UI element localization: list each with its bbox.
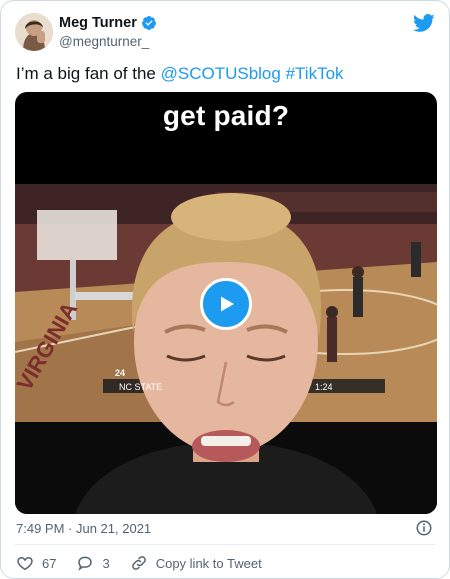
tweet-text-plain: I’m a big fan of the: [16, 64, 161, 83]
info-icon[interactable]: [415, 519, 433, 537]
hashtag-link[interactable]: #TikTok: [286, 64, 344, 83]
verified-badge-icon: [141, 15, 157, 31]
reply-button[interactable]: 3: [76, 554, 110, 572]
copy-link-button[interactable]: Copy link to Tweet: [130, 554, 262, 572]
heart-icon: [17, 556, 33, 571]
like-count: 67: [42, 555, 57, 571]
author-name[interactable]: Meg Turner: [59, 15, 137, 31]
link-icon: [131, 556, 146, 570]
tweet-text: I’m a big fan of the @SCOTUSblog #TikTok: [16, 63, 344, 85]
action-bar: 67 3 Copy link to Tweet: [16, 554, 282, 572]
twitter-bird-icon[interactable]: [413, 12, 435, 34]
tweet-time: 7:49 PM: [16, 521, 65, 536]
play-button[interactable]: [200, 278, 252, 330]
like-button[interactable]: 67: [16, 554, 56, 572]
divider: [15, 544, 435, 545]
scoreboard-clock: 1:24: [315, 382, 333, 392]
reply-count: 3: [102, 555, 110, 571]
author-handle[interactable]: @megnturner_: [59, 34, 149, 49]
tweet-timestamp[interactable]: 7:49 PM · Jun 21, 2021: [16, 521, 151, 536]
tweet-date: Jun 21, 2021: [75, 521, 152, 536]
tweet-card: Meg Turner @megnturner_ I’m a big fan of…: [0, 0, 450, 579]
video-player[interactable]: VIRGINIA get paid? NC STATE 24 1:24: [15, 92, 437, 514]
scoreboard-score: 24: [115, 368, 125, 378]
avatar[interactable]: [15, 13, 53, 51]
reply-icon: [78, 556, 93, 571]
copy-link-label: Copy link to Tweet: [155, 555, 262, 571]
play-icon: [221, 296, 234, 312]
mention-link[interactable]: @SCOTUSblog: [161, 64, 281, 83]
scoreboard-team: NC STATE: [119, 382, 162, 392]
